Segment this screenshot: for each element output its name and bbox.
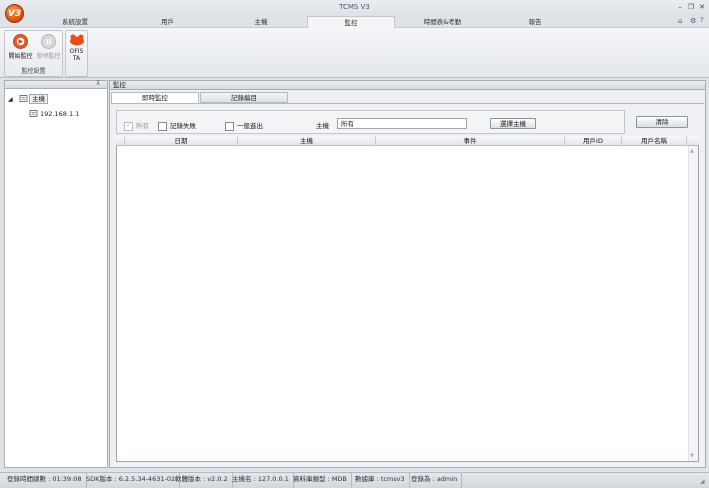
start-monitor-button[interactable]: 開始監控: [7, 34, 34, 60]
ribbon-group-label: 監控設置: [21, 68, 46, 75]
restore-icon[interactable]: ❐: [686, 2, 696, 12]
general-access-label: 一般進出: [237, 122, 263, 130]
minimize-icon[interactable]: –: [675, 2, 685, 12]
tab-schedule-attendance[interactable]: 時間表&考勤: [395, 16, 490, 28]
tree-root-hosts[interactable]: 主機: [29, 94, 48, 104]
grid-row-selector-header: [117, 136, 125, 146]
tab-users[interactable]: 用戶: [120, 16, 215, 28]
status-database: 數據庫 : tcmsv3: [351, 472, 410, 488]
tab-system-settings[interactable]: 系統設置: [30, 16, 120, 28]
app-logo[interactable]: V3: [5, 4, 24, 23]
tree-item-device[interactable]: 192.168.1.1: [40, 110, 79, 118]
home-icon[interactable]: ⌂: [678, 17, 687, 26]
pause-monitor-label: 暫停監控: [36, 53, 61, 60]
resize-grip-icon[interactable]: ◢: [700, 478, 705, 485]
status-sdk-version: SDK版本 : 6.2.5.34-4631-02: [82, 472, 181, 488]
column-host[interactable]: 主機: [238, 136, 376, 146]
general-access-checkbox[interactable]: 一般進出: [225, 120, 263, 131]
column-user-name[interactable]: 用戶名稱: [622, 136, 687, 146]
tab-monitoring[interactable]: 監控: [307, 16, 395, 28]
status-host-name: 主機名 : 127.0.0.1: [228, 472, 294, 488]
all-checkbox[interactable]: ✓ 所有: [124, 120, 149, 131]
settings-icon[interactable]: ⚙: [690, 17, 699, 26]
tab-reports[interactable]: 報告: [490, 16, 580, 28]
scroll-up-icon[interactable]: ▲: [690, 148, 694, 154]
ofis-ta-icon: [69, 34, 85, 46]
pause-icon: [41, 34, 56, 49]
checkbox-box: [225, 121, 234, 131]
close-icon[interactable]: ✕: [697, 2, 707, 12]
record-fail-checkbox[interactable]: 記錄失敗: [158, 120, 196, 131]
grid-vertical-scrollbar[interactable]: [688, 146, 698, 461]
pause-monitor-button[interactable]: 暫停監控: [35, 34, 62, 60]
subtab-divider: [111, 103, 704, 104]
event-grid: [116, 136, 699, 462]
scroll-down-icon[interactable]: ▼: [690, 453, 694, 459]
status-software-version: 軟體版本 : v2.0.2: [171, 472, 233, 488]
checkbox-box: [158, 121, 167, 131]
host-group-icon: [19, 95, 28, 103]
ribbon-group-monitor-settings: 開始監控 暫停監控 監控設置: [4, 30, 63, 77]
host-tree-panel: [4, 80, 108, 468]
ofis-label: OFIS: [69, 48, 84, 55]
column-user-id[interactable]: 用戶ID: [565, 136, 622, 146]
help-icon[interactable]: ?: [700, 16, 708, 26]
start-monitor-label: 開始監控: [8, 53, 33, 60]
status-logged-in-as: 登錄為 : admin: [407, 472, 463, 488]
host-filter-input[interactable]: 所有: [337, 118, 467, 129]
host-tree-header: [4, 80, 108, 89]
status-login-duration: 登錄時間總數 : 01:39:08: [3, 472, 87, 488]
subtab-record-catalog[interactable]: 記錄編目: [200, 92, 288, 103]
all-check-icon: ✓: [124, 121, 133, 131]
ribbon: [0, 28, 709, 78]
host-filter-label: 主機: [316, 122, 329, 130]
all-label: 所有: [136, 122, 149, 130]
record-fail-label: 記錄失敗: [170, 122, 196, 130]
tab-hosts[interactable]: 主機: [215, 16, 307, 28]
pin-icon[interactable]: ⊼: [96, 80, 106, 89]
device-icon: [29, 110, 38, 118]
play-icon: [13, 34, 28, 49]
ta-label: TA: [72, 55, 81, 62]
clear-button[interactable]: 清除: [636, 116, 688, 128]
column-event[interactable]: 事件: [376, 136, 565, 146]
ofis-ta-button[interactable]: OFIS TA: [65, 30, 88, 77]
status-database-type: 資料庫類型 : MDB: [289, 472, 352, 488]
window-title: TCMS V3: [339, 3, 370, 11]
monitor-panel-title: 監控: [109, 80, 706, 90]
column-date[interactable]: 日期: [125, 136, 238, 146]
select-host-button[interactable]: 選擇主機: [490, 118, 536, 129]
tree-collapse-icon[interactable]: ◢: [8, 96, 13, 103]
